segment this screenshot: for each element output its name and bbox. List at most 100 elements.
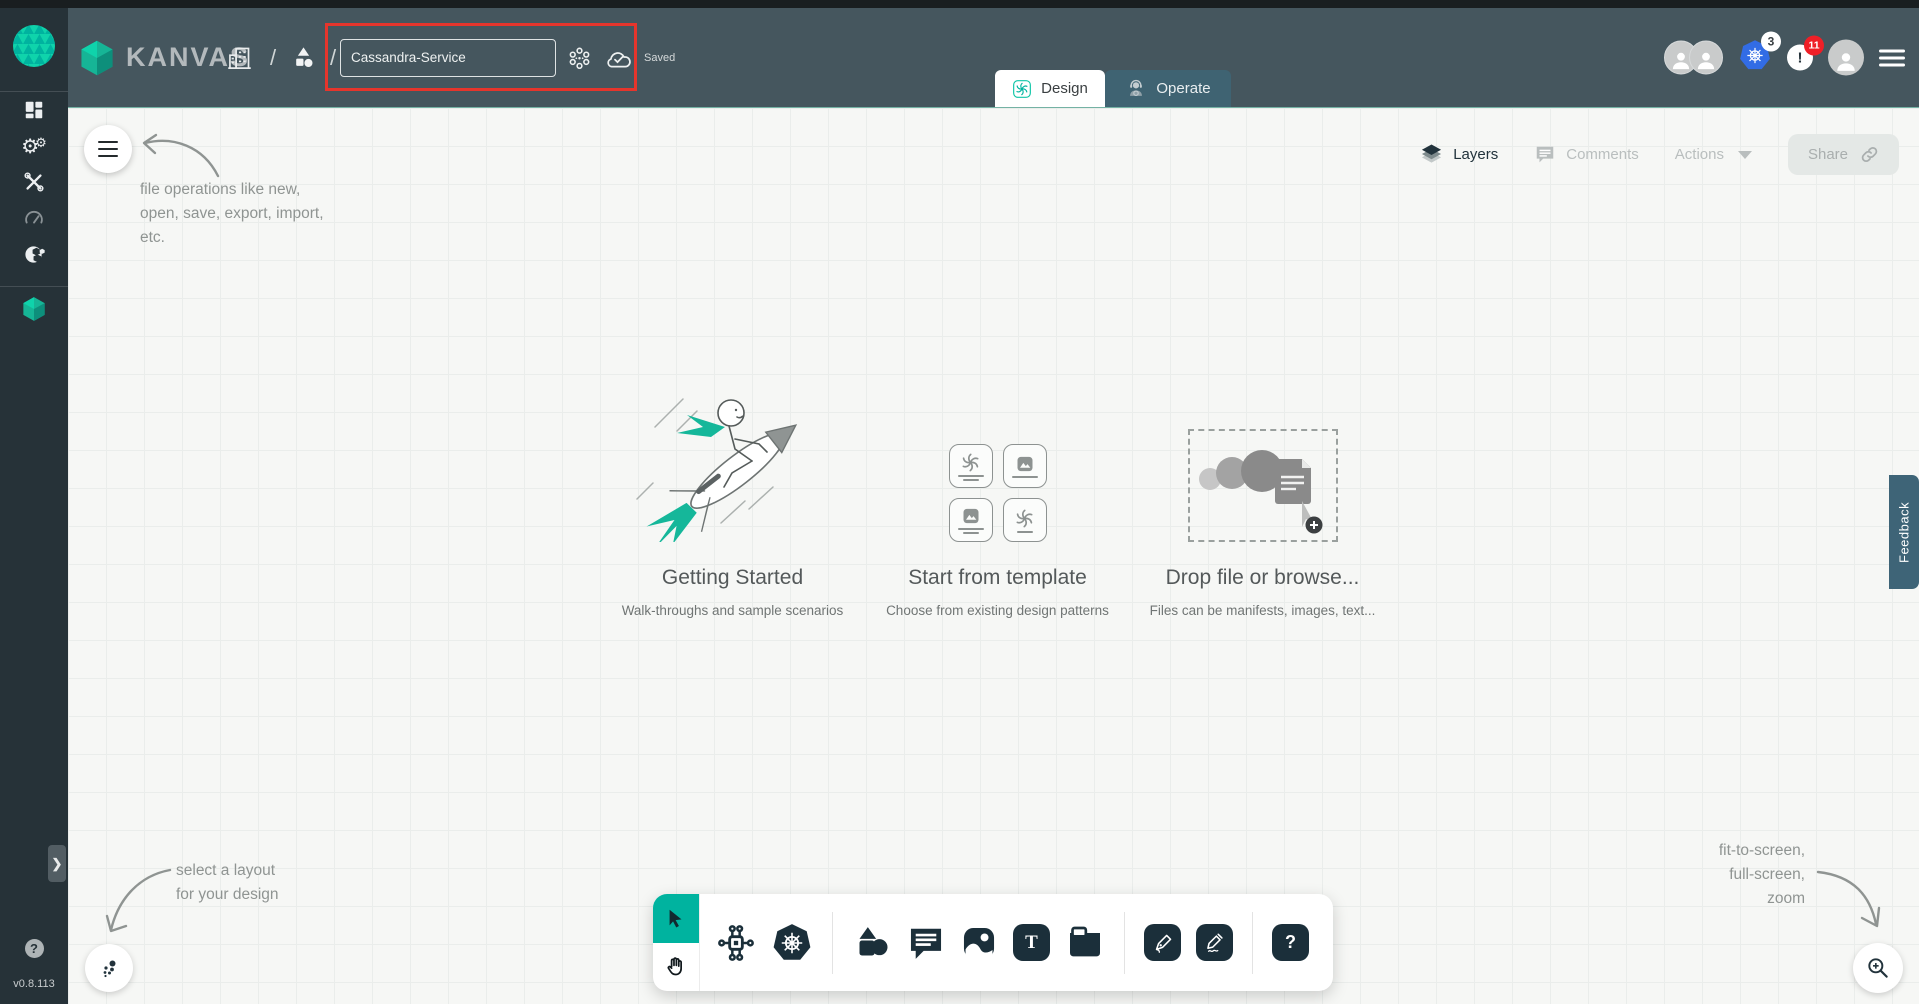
- zoom-button[interactable]: [1853, 943, 1903, 993]
- tab-design[interactable]: Design: [995, 70, 1105, 107]
- text-tool-glyph: T: [1025, 931, 1038, 953]
- actions-dropdown[interactable]: Actions: [1675, 146, 1752, 163]
- cloud-save-status-icon[interactable]: [604, 45, 634, 71]
- text-tool-button[interactable]: T: [1013, 924, 1050, 961]
- layout-select-button[interactable]: [85, 944, 133, 992]
- app-header: KANVAS / / Cassandra-Service Saved 3 ! 1…: [68, 8, 1919, 107]
- design-name-input[interactable]: [340, 38, 556, 77]
- template-tile-image: [1002, 444, 1047, 488]
- getting-started-card[interactable]: Getting Started Walk-throughs and sample…: [600, 384, 865, 618]
- breadcrumb-workspace[interactable]: [290, 44, 317, 71]
- actions-label: Actions: [1674, 146, 1724, 163]
- kanvas-hexagon-icon: [81, 40, 113, 75]
- header-menu-button[interactable]: [1879, 49, 1905, 66]
- pen-icon: [1155, 934, 1171, 953]
- image-icon: [963, 927, 995, 958]
- card-subtitle: Files can be manifests, images, text...: [1149, 603, 1376, 618]
- kubernetes-icon: [771, 922, 813, 964]
- sidebar-item-kanvas[interactable]: [0, 287, 68, 331]
- sketch-tool-button[interactable]: [1196, 924, 1233, 961]
- cursor-arrow-icon: [669, 910, 682, 928]
- file-dropzone[interactable]: [1187, 429, 1338, 542]
- dashboard-icon: [25, 101, 43, 119]
- sidebar-item-performance[interactable]: [0, 200, 68, 236]
- extensions-icon: [24, 245, 45, 263]
- circuit-icon: [718, 924, 754, 961]
- sidebar-item-extensions[interactable]: [0, 236, 68, 272]
- pencil-doodle-icon: [1206, 933, 1223, 952]
- kubernetes-tool-button[interactable]: [771, 922, 813, 964]
- components-tool-button[interactable]: [716, 923, 756, 963]
- tab-design-label: Design: [1041, 80, 1088, 97]
- kubernetes-context-button[interactable]: 3: [1738, 31, 1781, 77]
- select-tool-button[interactable]: [653, 894, 699, 943]
- image-icon: [960, 506, 982, 526]
- design-toolbar: T ?: [653, 894, 1333, 991]
- comment-tool-button[interactable]: [907, 924, 945, 962]
- layers-icon: [1422, 144, 1442, 163]
- image-tool-button[interactable]: [960, 924, 998, 962]
- start-from-template-card[interactable]: Start from template Choose from existing…: [865, 384, 1130, 618]
- breadcrumb-separator: /: [270, 44, 277, 70]
- tool-icons-row: T ?: [700, 894, 1333, 991]
- shapes-tool-button[interactable]: [852, 923, 892, 963]
- file-operations-menu-button[interactable]: [84, 125, 132, 173]
- meshery-logo-icon[interactable]: [12, 24, 56, 73]
- card-title: Getting Started: [661, 566, 804, 589]
- layout-arrow: [105, 868, 172, 933]
- canvas-topbar: Layers Comments Actions Share: [1420, 134, 1899, 175]
- card-title: Start from template: [908, 566, 1087, 589]
- card-subtitle: Choose from existing design patterns: [886, 603, 1109, 618]
- help-tool-glyph: ?: [1285, 932, 1296, 952]
- breadcrumb-organization[interactable]: [226, 44, 253, 72]
- tab-operate[interactable]: Operate: [1105, 70, 1231, 107]
- kanvas-hexagon-icon: [23, 297, 45, 321]
- sidebar-expand-button[interactable]: ❯: [48, 845, 66, 882]
- toolbar-divider: [832, 911, 833, 974]
- layout-cluster-icon: [103, 960, 116, 978]
- file-ops-arrow: [142, 133, 220, 178]
- mesh-environment-icon[interactable]: [566, 44, 593, 71]
- pointer-tools: [653, 894, 700, 991]
- hand-icon: [667, 957, 683, 976]
- mode-tabs: Design Operate: [995, 70, 1231, 107]
- welcome-cards: Getting Started Walk-throughs and sample…: [600, 384, 1395, 618]
- help-button[interactable]: ?: [24, 939, 44, 958]
- kanvas-logo[interactable]: KANVAS: [78, 37, 250, 79]
- card-title: Drop file or browse...: [1165, 566, 1360, 589]
- operate-icon: [1130, 79, 1143, 96]
- collaborator-avatars[interactable]: [1664, 40, 1723, 75]
- drop-file-card[interactable]: Drop file or browse... Files can be mani…: [1130, 384, 1395, 618]
- comments-button[interactable]: Comments: [1534, 144, 1639, 166]
- profile-avatar[interactable]: [1828, 39, 1864, 76]
- frame-icon: [1070, 926, 1100, 956]
- sidebar-item-settings[interactable]: ⚙⚙: [0, 128, 68, 164]
- pan-tool-button[interactable]: [653, 943, 699, 992]
- comments-label: Comments: [1566, 146, 1639, 163]
- design-canvas[interactable]: file operations like new, open, save, ex…: [68, 105, 1919, 1004]
- sidebar-item-toolbox[interactable]: [0, 164, 68, 200]
- file-ops-annotation: file operations like new, open, save, ex…: [140, 181, 324, 246]
- speedometer-icon: [25, 210, 43, 224]
- sidebar-item-dashboard[interactable]: [0, 92, 68, 128]
- workspace-shapes-icon: [296, 46, 313, 67]
- card-subtitle: Walk-throughs and sample scenarios: [621, 603, 844, 618]
- rocket-illustration: [627, 384, 839, 542]
- notification-count-badge: 11: [1804, 35, 1824, 56]
- help-tool-button[interactable]: ?: [1272, 924, 1309, 961]
- magnifier-plus-icon: [1865, 955, 1891, 981]
- layers-button[interactable]: Layers: [1420, 143, 1498, 166]
- notifications-button[interactable]: ! 11: [1787, 35, 1824, 71]
- zoom-arrow: [1816, 870, 1881, 928]
- feedback-tab[interactable]: Feedback: [1889, 475, 1919, 589]
- group-tool-button[interactable]: [1065, 923, 1105, 963]
- pen-tool-button[interactable]: [1144, 924, 1181, 961]
- share-button[interactable]: Share: [1787, 134, 1899, 175]
- pinwheel-icon: [1014, 508, 1035, 529]
- template-tiles: [948, 384, 1047, 542]
- chevron-right-icon: ❯: [51, 855, 63, 871]
- layers-label: Layers: [1453, 146, 1499, 163]
- breadcrumb-separator: /: [330, 44, 337, 70]
- saved-status: Saved: [644, 51, 676, 64]
- crossed-tools-icon: [24, 172, 44, 192]
